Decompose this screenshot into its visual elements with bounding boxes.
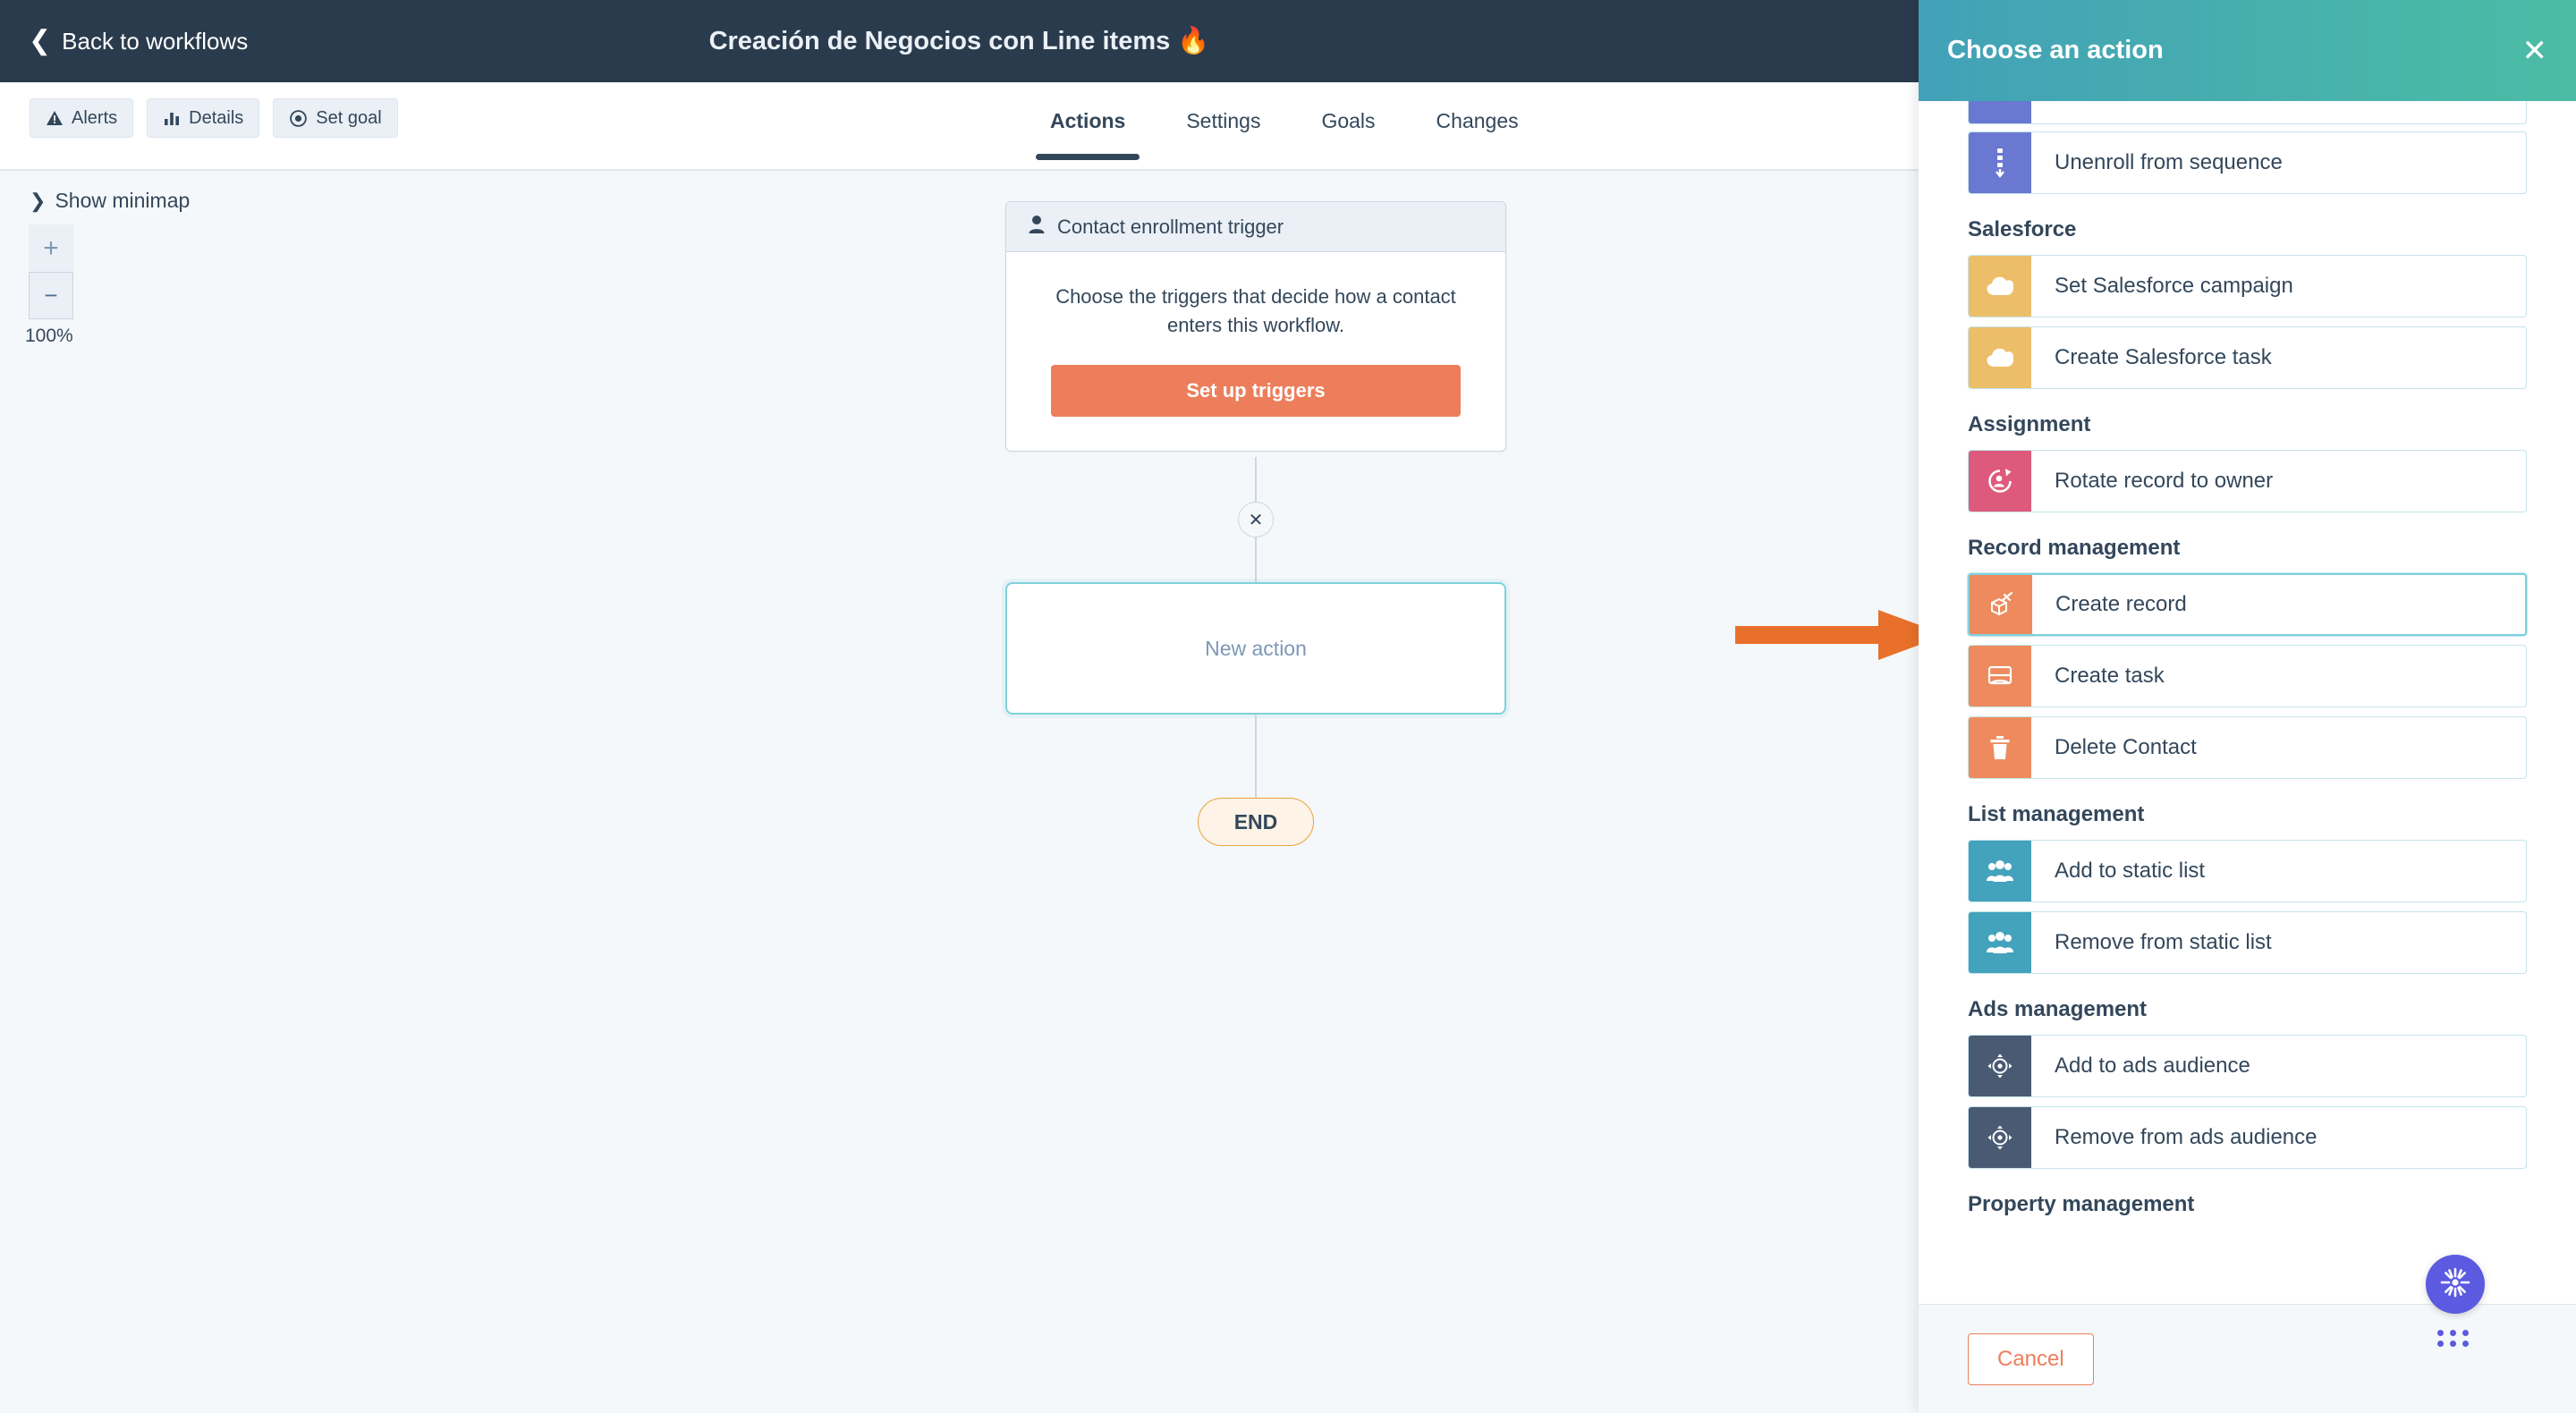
tab-changes[interactable]: Changes <box>1406 98 1549 160</box>
connector-line-2 <box>1255 537 1257 584</box>
action-label: Unenroll from sequence <box>2055 150 2283 174</box>
panel-title: Choose an action <box>1947 36 2164 64</box>
tab-actions[interactable]: Actions <box>1020 98 1156 160</box>
action-row[interactable]: Rotate record to owner <box>1968 450 2527 512</box>
partial-action-row[interactable] <box>1968 101 2527 124</box>
action-label: Create task <box>2055 664 2165 688</box>
action-label: Create Salesforce task <box>2055 345 2272 369</box>
contact-icon <box>1028 215 1046 240</box>
end-node: END <box>1198 798 1314 846</box>
highlight-arrow-annotation <box>1735 606 1950 664</box>
workflow-title: Creación de Negocios con Line items 🔥 <box>708 27 1210 55</box>
panel-header: Choose an action ✕ <box>1919 0 2576 101</box>
trash-icon <box>1969 717 2031 778</box>
alerts-button[interactable]: Alerts <box>30 98 134 138</box>
alert-triangle-icon <box>46 109 64 127</box>
action-row[interactable]: Create task <box>1968 645 2527 707</box>
tab-changes-label: Changes <box>1436 109 1519 132</box>
action-label: Delete Contact <box>2055 735 2197 759</box>
sub-toolbar: Alerts Details Set goal Actions Settings… <box>0 82 1919 171</box>
app-root: ❮ Back to workflows Creación de Negocios… <box>0 0 2576 1413</box>
action-row[interactable]: Create Salesforce task <box>1968 326 2527 389</box>
trigger-card-header: Contact enrollment trigger <box>1006 202 1505 252</box>
trigger-card-body: Choose the triggers that decide how a co… <box>1006 252 1505 451</box>
workflow-canvas[interactable]: ❯ Show minimap + − 100% Contact enrollme… <box>0 171 1919 1413</box>
panel-footer: Cancel <box>1919 1255 2576 1413</box>
group-title-property-management: Property management <box>1968 1192 2195 1216</box>
details-button[interactable]: Details <box>147 98 260 138</box>
group-title-salesforce: Salesforce <box>1968 217 2077 241</box>
set-up-triggers-button[interactable]: Set up triggers <box>1051 364 1461 417</box>
action-row[interactable]: Remove from ads audience <box>1968 1106 2527 1169</box>
set-goal-label: Set goal <box>316 107 382 128</box>
workflow-flow: Contact enrollment trigger Choose the tr… <box>0 171 1919 1413</box>
trigger-description: Choose the triggers that decide how a co… <box>1055 285 1456 336</box>
group-title-assignment: Assignment <box>1968 412 2091 436</box>
action-label: Set Salesforce campaign <box>2055 274 2293 298</box>
drag-handle-dots-icon[interactable] <box>2437 1330 2470 1347</box>
partial-action-icon <box>1969 101 2031 123</box>
tab-goals-label: Goals <box>1321 109 1376 132</box>
action-row[interactable]: Add to static list <box>1968 840 2527 902</box>
workflow-tabs: Actions Settings Goals Changes <box>1020 98 1549 160</box>
top-navbar: ❮ Back to workflows Creación de Negocios… <box>0 0 1919 82</box>
cloud-icon <box>1969 327 2031 388</box>
action-row[interactable]: Add to ads audience <box>1968 1035 2527 1097</box>
choose-action-panel: Choose an action ✕ Unenroll from sequenc… <box>1919 0 2576 1413</box>
group-title-list-management: List management <box>1968 802 2145 826</box>
new-action-placeholder[interactable]: New action <box>1005 582 1506 715</box>
people-icon <box>1969 841 2031 901</box>
create-record-icon <box>1970 575 2032 634</box>
ads-target-icon <box>1969 1107 2031 1168</box>
action-label: Add to ads audience <box>2055 1053 2250 1078</box>
toolbar-button-group: Alerts Details Set goal <box>30 98 398 138</box>
contact-enrollment-trigger-card[interactable]: Contact enrollment trigger Choose the tr… <box>1005 201 1506 452</box>
task-icon <box>1969 646 2031 706</box>
set-goal-button[interactable]: Set goal <box>273 98 398 138</box>
group-title-record-management: Record management <box>1968 536 2181 560</box>
action-row[interactable]: Set Salesforce campaign <box>1968 255 2527 317</box>
partial-action-body <box>2031 101 2526 123</box>
action-label: Add to static list <box>2055 859 2206 883</box>
close-icon[interactable]: ✕ <box>2522 36 2548 66</box>
action-label: Create record <box>2055 592 2187 616</box>
tab-settings[interactable]: Settings <box>1156 98 1291 160</box>
sequence-unenroll-icon <box>1969 132 2031 193</box>
tab-goals[interactable]: Goals <box>1291 98 1405 160</box>
trigger-header-label: Contact enrollment trigger <box>1057 215 1284 238</box>
tab-actions-label: Actions <box>1050 109 1126 132</box>
action-row-create-record[interactable]: Create record <box>1968 573 2527 636</box>
action-list[interactable]: Unenroll from sequence Salesforce Set Sa… <box>1919 101 2576 1304</box>
end-node-label: END <box>1233 809 1278 833</box>
people-icon <box>1969 912 2031 973</box>
sparkle-icon <box>2439 1266 2471 1303</box>
action-row[interactable]: Remove from static list <box>1968 911 2527 974</box>
cloud-icon <box>1969 256 2031 317</box>
add-action-node[interactable]: ✕ <box>1238 502 1274 537</box>
chevron-left-icon: ❮ <box>29 26 52 55</box>
back-to-workflows-link[interactable]: ❮ Back to workflows <box>29 28 248 55</box>
alerts-label: Alerts <box>72 107 118 128</box>
bar-chart-icon <box>163 109 181 127</box>
cancel-button[interactable]: Cancel <box>1968 1333 2094 1385</box>
ads-target-icon <box>1969 1036 2031 1096</box>
action-label: Remove from static list <box>2055 930 2272 954</box>
back-to-workflows-label: Back to workflows <box>62 27 249 55</box>
action-label: Rotate record to owner <box>2055 469 2274 493</box>
group-title-ads-management: Ads management <box>1968 997 2148 1021</box>
action-label: Remove from ads audience <box>2055 1125 2318 1149</box>
action-row[interactable]: Unenroll from sequence <box>1968 131 2527 194</box>
assistant-fab-button[interactable] <box>2426 1255 2485 1314</box>
details-label: Details <box>189 107 244 128</box>
rotate-owner-icon <box>1969 451 2031 512</box>
target-icon <box>289 109 308 128</box>
connector-line-3 <box>1255 715 1257 799</box>
new-action-label: New action <box>1205 636 1307 660</box>
action-row[interactable]: Delete Contact <box>1968 716 2527 779</box>
tab-settings-label: Settings <box>1186 109 1261 132</box>
